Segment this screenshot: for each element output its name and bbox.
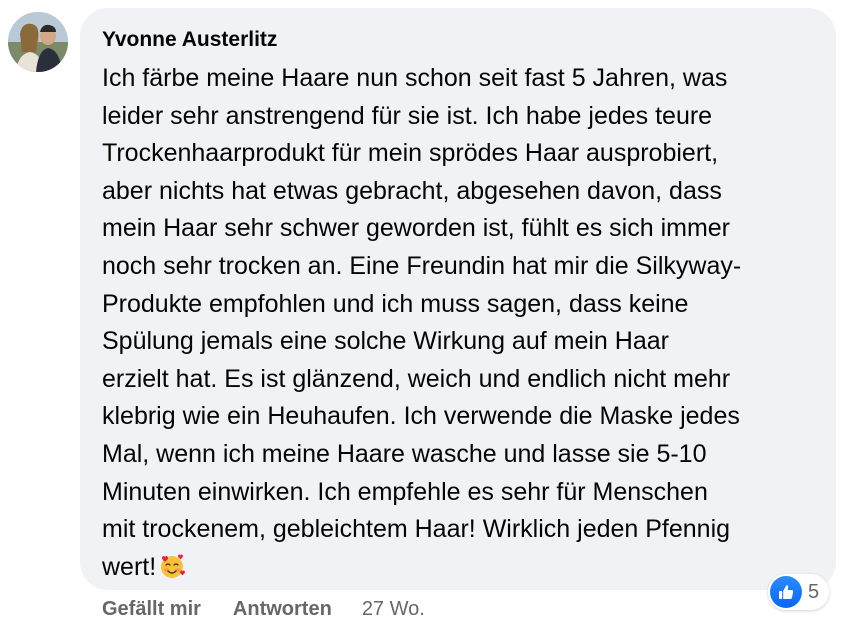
comment-text-line: leider sehr anstrengend für sie ist. Ich… [102, 101, 713, 130]
comment-text-line: noch sehr trocken an. Eine Freundin hat … [102, 251, 742, 280]
like-button[interactable]: Gefällt mir [102, 598, 201, 621]
comment-text-line: klebrig wie ein Heuhaufen. Ich verwende … [102, 402, 740, 431]
comment-text-line: erzielt hat. Es ist glänzend, weich und … [102, 364, 731, 393]
comment-text-line-last: wert! [102, 549, 814, 587]
comment-text-line: Minuten einwirken. Ich empfehle es sehr … [102, 477, 708, 506]
comment-text-line: Produkte empfohlen und ich muss sagen, d… [102, 289, 689, 318]
like-icon [770, 576, 802, 608]
comment-text-line: wert! [102, 552, 157, 581]
comment-text-line: Spülung jemals eine solche Wirkung auf m… [102, 327, 669, 356]
smiling-face-with-hearts-icon [158, 552, 186, 580]
comment-author[interactable]: Yvonne Austerlitz [102, 28, 277, 52]
comment-text: Ich färbe meine Haare nun schon seit fas… [102, 60, 814, 586]
reply-button[interactable]: Antworten [233, 598, 332, 621]
reactions-summary[interactable]: 5 [768, 574, 830, 610]
avatar-photo-icon [8, 12, 68, 72]
avatar[interactable] [8, 12, 68, 72]
comment-text-line: mit trockenem, gebleichtem Haar! Wirklic… [102, 515, 731, 544]
comment-text-line: Mal, wenn ich meine Haare wasche und las… [102, 439, 707, 468]
reaction-count: 5 [808, 580, 820, 603]
comment-bubble: Yvonne Austerlitz Ich färbe meine Haare … [80, 8, 836, 590]
comment-text-line: Ich färbe meine Haare nun schon seit fas… [102, 64, 728, 92]
comment-text-line: Trockenhaarprodukt für mein sprödes Haar… [102, 139, 719, 168]
comment-text-line: mein Haar sehr schwer geworden ist, fühl… [102, 214, 731, 243]
comment-text-line: aber nichts hat etwas gebracht, abgesehe… [102, 176, 722, 205]
comment: Yvonne Austerlitz Ich färbe meine Haare … [0, 0, 861, 628]
comment-timestamp[interactable]: 27 Wo. [362, 598, 425, 621]
comment-actions: Gefällt mir Antworten 27 Wo. [102, 596, 425, 622]
